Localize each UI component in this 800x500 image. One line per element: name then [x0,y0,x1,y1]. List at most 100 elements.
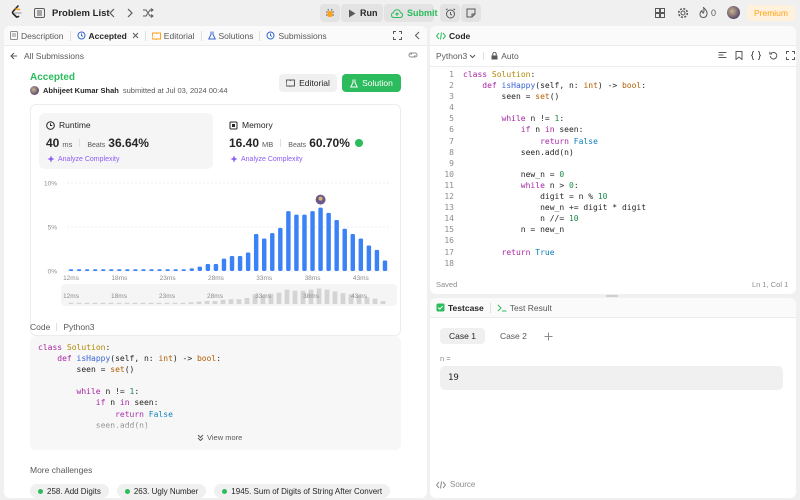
layout-grid-icon[interactable] [655,8,665,18]
histogram-bar[interactable] [245,252,251,271]
shuffle-icon[interactable] [142,8,154,18]
debug-button[interactable] [320,4,340,22]
histogram-bar[interactable] [334,219,339,271]
submit-button[interactable]: Submit [384,4,438,22]
history-icon [266,31,275,40]
settings-gear-icon[interactable] [677,7,689,19]
histogram-bar[interactable] [125,269,130,271]
histogram-bar[interactable] [76,269,82,271]
collapse-panel-icon[interactable] [414,31,421,40]
next-problem-icon[interactable] [126,8,134,18]
histogram-bar[interactable] [278,227,283,271]
histogram-bar[interactable] [92,269,98,271]
histogram-bar[interactable] [366,245,372,271]
user-name[interactable]: Abhijeet Kumar Shah [43,86,119,95]
histogram-bar[interactable] [141,269,146,271]
mini-bar [188,302,194,304]
histogram-bar[interactable] [237,256,243,271]
histogram-bar[interactable] [302,214,307,271]
source-link[interactable]: Source [436,480,475,489]
braces-icon[interactable] [751,51,761,60]
histogram-bar[interactable] [350,234,355,271]
auto-mode-toggle[interactable]: Auto [491,51,519,61]
histogram-bar[interactable] [205,263,211,271]
share-icon[interactable] [408,51,418,59]
histogram-bar[interactable] [382,260,388,271]
solution-button[interactable]: Solution [342,74,401,92]
histogram-bar[interactable] [109,269,114,271]
add-case-icon[interactable] [544,332,553,341]
language-select[interactable]: Python3 [436,51,476,61]
code-line: if n in seen: [95,398,159,408]
histogram-bar[interactable] [318,207,323,271]
memory-box[interactable]: Memory 16.40 MB Beats 60.70% Analyze Com… [223,113,393,169]
histogram-bar[interactable] [133,269,138,271]
histogram-bar[interactable] [157,269,162,271]
all-submissions-link[interactable]: All Submissions [10,51,84,61]
histogram-bar[interactable] [342,228,347,271]
leetcode-logo-icon[interactable] [11,5,23,19]
maximize-icon[interactable] [393,31,402,40]
histogram-bar[interactable] [68,269,74,271]
histogram-bar[interactable] [84,269,90,271]
case-tab-2[interactable]: Case 2 [491,328,536,344]
panel-resize-handle[interactable] [606,295,618,297]
streak-counter[interactable]: 0 [699,7,716,18]
user-avatar[interactable] [727,6,740,19]
tab-test-result[interactable]: Test Result [497,303,552,313]
problem-list-link[interactable]: Problem List [52,8,110,19]
histogram-bar[interactable] [270,233,275,271]
histogram-bar[interactable] [117,269,122,271]
code-editor[interactable]: class Solution: def isHappy(self, n: int… [463,69,646,269]
challenge-chip[interactable]: 1945. Sum of Digits of String After Conv… [214,484,391,498]
histogram-bar[interactable] [197,266,203,271]
problem-list-icon[interactable] [34,8,45,18]
tab-testcase[interactable]: Testcase [436,303,484,313]
arrow-left-icon [10,52,18,60]
tab-code[interactable]: Code [436,31,470,41]
format-icon[interactable] [718,51,727,60]
histogram-bar[interactable] [294,214,299,271]
tab-solutions[interactable]: Solutions [207,31,253,41]
histogram-bar[interactable] [358,238,364,271]
histogram-bar[interactable] [165,269,170,271]
fullscreen-icon[interactable] [786,51,795,60]
view-more-button[interactable]: View more [197,433,242,442]
histogram-bar[interactable] [253,234,259,271]
runtime-analyze-link[interactable]: Analyze Complexity [47,155,119,163]
editorial-button[interactable]: Editorial [279,74,337,92]
case-tab-1[interactable]: Case 1 [440,328,485,344]
histogram-bar[interactable] [181,269,186,271]
histogram-bar[interactable] [229,256,235,271]
notes-button[interactable] [461,4,481,22]
runtime-box[interactable]: Runtime 40 ms Beats 36.64% Analyze Compl… [39,113,213,169]
bookmark-icon[interactable] [735,51,743,60]
histogram-bar[interactable] [374,249,380,271]
histogram-bar[interactable] [310,211,315,271]
timer-button[interactable] [440,4,460,22]
histogram-bar[interactable] [326,212,331,271]
run-button[interactable]: Run [341,4,383,22]
challenge-chip[interactable]: 258. Add Digits [30,484,109,498]
premium-button[interactable]: Premium [747,5,795,21]
prev-problem-icon[interactable] [108,8,116,18]
histogram-bar[interactable] [101,269,106,271]
tab-editorial[interactable]: Editorial [151,31,195,41]
reset-icon[interactable] [769,51,778,60]
histogram-bar[interactable] [213,263,219,271]
tab-description[interactable]: Description [10,31,64,41]
memory-analyze-link[interactable]: Analyze Complexity [230,155,302,163]
challenge-chip[interactable]: 263. Ugly Number [116,484,207,498]
histogram-bar[interactable] [149,269,154,271]
histogram-bar[interactable] [173,269,178,271]
histogram-bar[interactable] [286,211,291,271]
close-tab-icon[interactable] [132,32,139,39]
tab-submissions[interactable]: Submissions [266,31,327,41]
alarm-clock-icon [445,7,456,19]
histogram-bar[interactable] [262,238,267,271]
tab-accepted[interactable]: Accepted [77,31,139,41]
mini-bar [140,302,146,304]
histogram-bar[interactable] [221,258,227,271]
histogram-bar[interactable] [189,268,194,271]
testcase-input[interactable]: 19 [440,366,783,390]
